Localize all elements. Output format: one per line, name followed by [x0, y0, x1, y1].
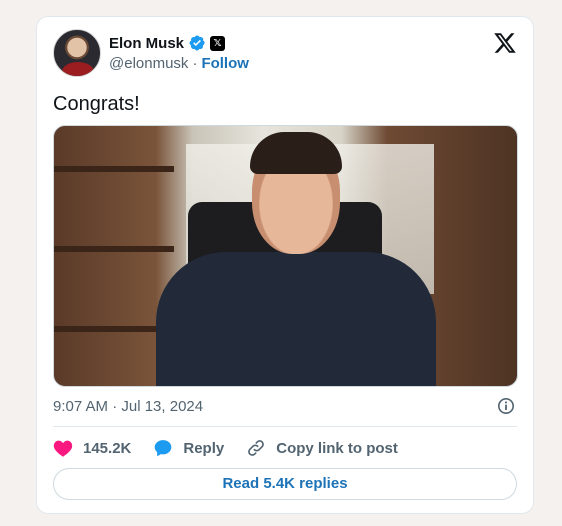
author-avatar[interactable]	[53, 29, 101, 77]
follow-button[interactable]: Follow	[201, 55, 249, 72]
divider	[53, 426, 517, 427]
handle-separator: ·	[192, 55, 198, 72]
like-button[interactable]: 145.2K	[53, 439, 131, 457]
x-logo-icon[interactable]	[493, 31, 517, 55]
link-icon	[248, 440, 265, 456]
shelf	[54, 246, 174, 252]
read-replies-button[interactable]: Read 5.4K replies	[53, 468, 517, 500]
shelf	[54, 166, 174, 172]
post-timestamp[interactable]: 9:07 AM · Jul 13, 2024	[53, 398, 203, 415]
affiliate-x-badge-icon: 𝕏	[210, 35, 226, 51]
post-text: Congrats!	[53, 93, 140, 115]
person-hair	[250, 132, 342, 174]
author-display-name[interactable]: Elon Musk	[109, 35, 184, 52]
copy-link-label: Copy link to post	[276, 439, 398, 457]
heart-icon	[53, 440, 73, 457]
reply-button[interactable]: Reply	[153, 438, 224, 458]
avatar-shirt	[62, 62, 94, 76]
embedded-post-card: Elon Musk 𝕏 @elonmusk · Follow Congrats!…	[36, 16, 534, 514]
author-handle[interactable]: @elonmusk	[109, 55, 188, 72]
like-count: 145.2K	[83, 439, 132, 457]
person-body	[156, 252, 436, 386]
author-handle-row: @elonmusk · Follow	[109, 55, 249, 72]
verified-badge-icon	[189, 35, 205, 51]
author-name-row: Elon Musk 𝕏	[109, 33, 226, 53]
reply-label: Reply	[183, 439, 225, 457]
info-icon[interactable]	[497, 397, 515, 415]
post-actions: 145.2K Reply Copy link to post	[53, 437, 420, 459]
post-video-thumbnail[interactable]	[53, 125, 518, 387]
speech-bubble-icon	[155, 440, 172, 457]
copy-link-button[interactable]: Copy link to post	[246, 438, 398, 458]
